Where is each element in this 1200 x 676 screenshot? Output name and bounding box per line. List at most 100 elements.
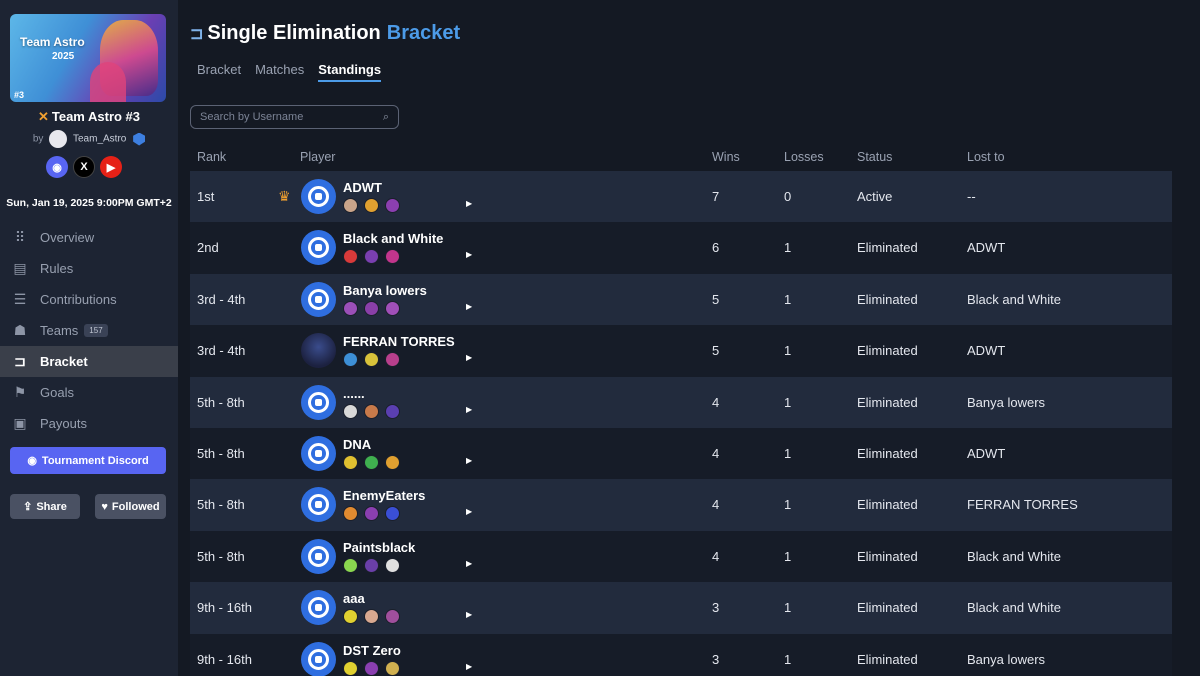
member-avatar[interactable] bbox=[343, 506, 358, 522]
team-avatar[interactable] bbox=[301, 281, 336, 317]
crown-icon: ♛ bbox=[278, 188, 291, 204]
member-avatar[interactable] bbox=[385, 249, 400, 265]
member-avatar[interactable] bbox=[385, 660, 400, 676]
team-avatar[interactable] bbox=[301, 384, 336, 420]
team-avatar[interactable] bbox=[301, 487, 336, 523]
member-avatar[interactable] bbox=[385, 506, 400, 522]
sidebar-item-payouts[interactable]: ▣ Payouts bbox=[0, 408, 178, 439]
organizer-avatar[interactable] bbox=[49, 130, 68, 148]
player-name[interactable]: ADWT bbox=[343, 180, 382, 195]
expand-arrow-icon[interactable]: ▶ bbox=[466, 559, 472, 568]
member-avatar[interactable] bbox=[364, 198, 379, 213]
team-avatar[interactable] bbox=[301, 435, 336, 471]
column-header-losses[interactable]: Losses bbox=[784, 150, 824, 164]
tab-bracket[interactable]: Bracket bbox=[197, 62, 241, 82]
x-icon[interactable]: X bbox=[73, 156, 95, 178]
sidebar-item-rules[interactable]: ▤ Rules bbox=[0, 253, 178, 284]
column-header-status[interactable]: Status bbox=[857, 150, 892, 164]
expand-arrow-icon[interactable]: ▶ bbox=[466, 405, 472, 414]
player-name[interactable]: aaa bbox=[343, 591, 365, 606]
team-avatar[interactable] bbox=[301, 179, 336, 214]
team-avatar[interactable] bbox=[301, 333, 336, 369]
table-row[interactable]: 5th - 8th DNA ▶ 4 1 Eliminated ADWT bbox=[190, 427, 1172, 480]
player-name[interactable]: ...... bbox=[343, 386, 365, 401]
rank-cell: 5th - 8th bbox=[197, 445, 245, 461]
youtube-icon[interactable]: ▶ bbox=[100, 156, 122, 178]
member-avatar[interactable] bbox=[343, 557, 358, 573]
player-name[interactable]: Black and White bbox=[343, 231, 443, 246]
member-avatar[interactable] bbox=[385, 454, 400, 470]
table-row[interactable]: 9th - 16th DST Zero ▶ 3 1 Eliminated Banya low… bbox=[190, 633, 1172, 676]
member-avatar[interactable] bbox=[364, 300, 379, 316]
member-avatar[interactable] bbox=[364, 660, 379, 676]
column-header-wins[interactable]: Wins bbox=[712, 150, 740, 164]
member-avatar[interactable] bbox=[385, 609, 400, 625]
player-name[interactable]: DST Zero bbox=[343, 643, 401, 658]
member-avatar[interactable] bbox=[385, 352, 400, 368]
member-avatar[interactable] bbox=[364, 454, 379, 470]
sidebar-item-teams[interactable]: ☗ Teams 157 bbox=[0, 315, 178, 346]
tab-standings[interactable]: Standings bbox=[318, 62, 382, 82]
member-avatar[interactable] bbox=[364, 403, 379, 419]
member-avatar[interactable] bbox=[364, 249, 379, 265]
discord-icon[interactable]: ◉ bbox=[46, 156, 68, 178]
sidebar-item-bracket[interactable]: ⊐ Bracket bbox=[0, 346, 178, 377]
expand-arrow-icon[interactable]: ▶ bbox=[466, 456, 472, 465]
player-name[interactable]: DNA bbox=[343, 437, 371, 452]
member-avatar[interactable] bbox=[364, 557, 379, 573]
search-input[interactable] bbox=[200, 111, 383, 123]
expand-arrow-icon[interactable]: ▶ bbox=[466, 302, 472, 311]
sidebar-item-overview[interactable]: ⠿ Overview bbox=[0, 222, 178, 253]
expand-arrow-icon[interactable]: ▶ bbox=[466, 662, 472, 671]
member-avatar[interactable] bbox=[385, 300, 400, 316]
table-row[interactable]: 3rd - 4th FERRAN TORRES ▶ 5 1 Eliminated ADWT bbox=[190, 325, 1172, 377]
member-avatar[interactable] bbox=[343, 660, 358, 676]
tournament-banner[interactable]: Team Astro 2025 #3 bbox=[10, 14, 166, 102]
table-row[interactable]: 5th - 8th EnemyEaters ▶ 4 1 Eliminated FERRAN … bbox=[190, 479, 1172, 531]
member-avatar[interactable] bbox=[343, 454, 358, 470]
sidebar-item-label: Contributions bbox=[40, 292, 117, 307]
team-avatar[interactable] bbox=[301, 641, 336, 676]
column-header-lost-to[interactable]: Lost to bbox=[967, 150, 1005, 164]
member-avatar[interactable] bbox=[364, 352, 379, 368]
member-avatar[interactable] bbox=[364, 506, 379, 522]
player-name[interactable]: Paintsblack bbox=[343, 540, 415, 555]
member-avatar[interactable] bbox=[343, 352, 358, 368]
player-name[interactable]: EnemyEaters bbox=[343, 488, 425, 503]
column-header-player[interactable]: Player bbox=[300, 150, 335, 164]
member-avatar[interactable] bbox=[343, 403, 358, 419]
team-avatar[interactable] bbox=[301, 538, 336, 574]
member-avatar[interactable] bbox=[343, 198, 358, 213]
tournament-discord-button[interactable]: ◉ Tournament Discord bbox=[10, 447, 166, 474]
team-avatar[interactable] bbox=[301, 230, 336, 266]
table-row[interactable]: 5th - 8th Paintsblack ▶ 4 1 Eliminated Black a… bbox=[190, 530, 1172, 583]
table-row[interactable]: 5th - 8th...... ▶ 4 1 Eliminated Banya lowers bbox=[190, 376, 1172, 428]
player-name[interactable]: Banya lowers bbox=[343, 283, 427, 298]
table-row[interactable]: 1st ♛ ADWT ▶ 7 0 Active -- bbox=[190, 171, 1172, 223]
expand-arrow-icon[interactable]: ▶ bbox=[466, 507, 472, 516]
tab-matches[interactable]: Matches bbox=[255, 62, 304, 82]
share-button[interactable]: ⇪ Share bbox=[10, 494, 80, 519]
member-avatar[interactable] bbox=[343, 249, 358, 265]
expand-arrow-icon[interactable]: ▶ bbox=[466, 250, 472, 259]
member-avatar[interactable] bbox=[385, 403, 400, 419]
player-name[interactable]: FERRAN TORRES bbox=[343, 334, 455, 349]
column-header-rank[interactable]: Rank bbox=[197, 150, 226, 164]
sidebar-item-contributions[interactable]: ☰ Contributions bbox=[0, 284, 178, 315]
expand-arrow-icon[interactable]: ▶ bbox=[466, 610, 472, 619]
table-row[interactable]: 2nd Black and White ▶ 6 1 Eliminated ADWT bbox=[190, 222, 1172, 274]
member-avatar[interactable] bbox=[343, 300, 358, 316]
table-row[interactable]: 3rd - 4th Banya lowers ▶ 5 1 Eliminated Black … bbox=[190, 273, 1172, 326]
expand-arrow-icon[interactable]: ▶ bbox=[466, 199, 472, 208]
expand-arrow-icon[interactable]: ▶ bbox=[466, 353, 472, 362]
member-avatar[interactable] bbox=[385, 198, 400, 213]
member-avatar[interactable] bbox=[364, 609, 379, 625]
organizer-name[interactable]: Team_Astro bbox=[73, 134, 126, 145]
table-row[interactable]: 9th - 16th aaa ▶ 3 1 Eliminated Black and Whit… bbox=[190, 582, 1172, 634]
search-icon[interactable]: ⌕ bbox=[383, 111, 389, 124]
member-avatar[interactable] bbox=[385, 557, 400, 573]
follow-button[interactable]: ♥ Followed bbox=[95, 494, 166, 519]
member-avatar[interactable] bbox=[343, 609, 358, 625]
sidebar-item-goals[interactable]: ⚑ Goals bbox=[0, 377, 178, 408]
team-avatar[interactable] bbox=[301, 590, 336, 626]
